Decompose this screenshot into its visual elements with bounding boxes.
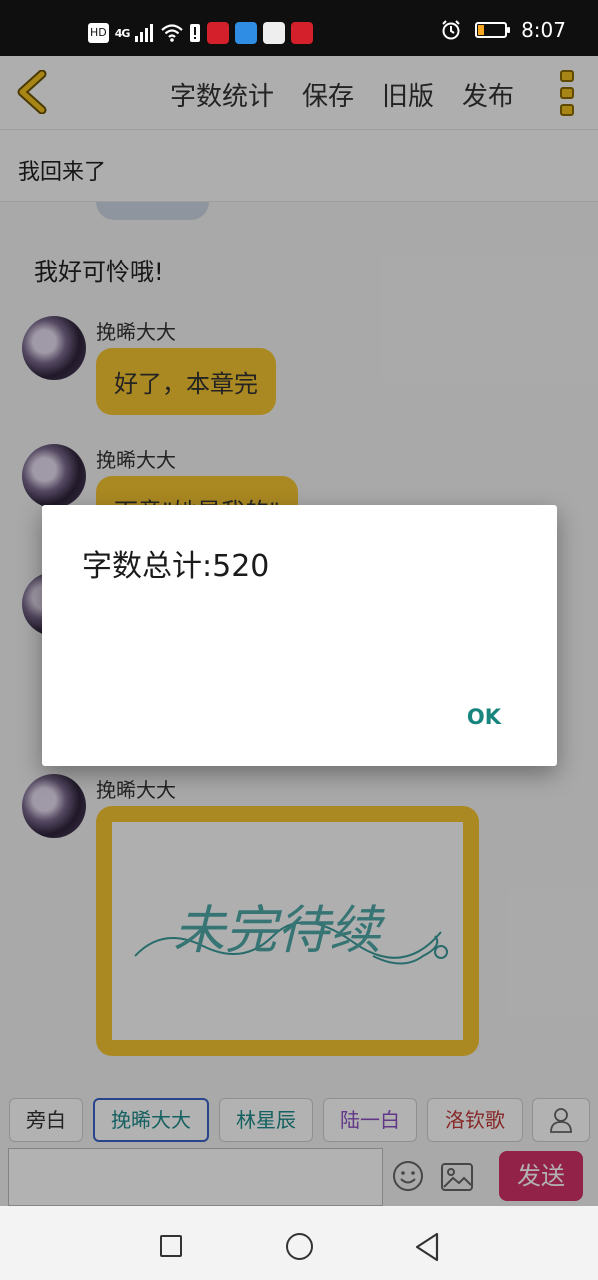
wifi-icon — [161, 24, 184, 42]
shop-notification-icon — [263, 22, 286, 44]
clock: 8:07 — [521, 18, 566, 42]
home-icon[interactable] — [286, 1233, 313, 1260]
browser-notification-icon — [235, 22, 258, 44]
word-count-dialog: 字数总计:520 OK — [42, 505, 557, 766]
dialog-message: 字数总计:520 — [82, 549, 270, 584]
alarm-icon — [442, 20, 460, 40]
battery-level — [478, 25, 485, 35]
alert-icon — [190, 24, 201, 42]
battery-icon — [475, 22, 511, 38]
recent-apps-icon[interactable] — [160, 1235, 182, 1257]
signal-icon — [135, 24, 154, 42]
app-notification-icon — [207, 22, 230, 44]
system-nav-bar — [0, 1206, 598, 1280]
signal-label: 4G — [114, 26, 131, 40]
heart-notification-icon — [291, 22, 314, 44]
status-bar: HD 4G 8:07 — [0, 0, 598, 56]
ok-button[interactable]: OK — [467, 705, 501, 729]
status-icons-left: HD 4G — [88, 22, 314, 44]
hd-indicator: HD — [88, 23, 109, 43]
status-icons-right: 8:07 — [441, 18, 566, 42]
nav-back-icon[interactable] — [413, 1232, 441, 1262]
